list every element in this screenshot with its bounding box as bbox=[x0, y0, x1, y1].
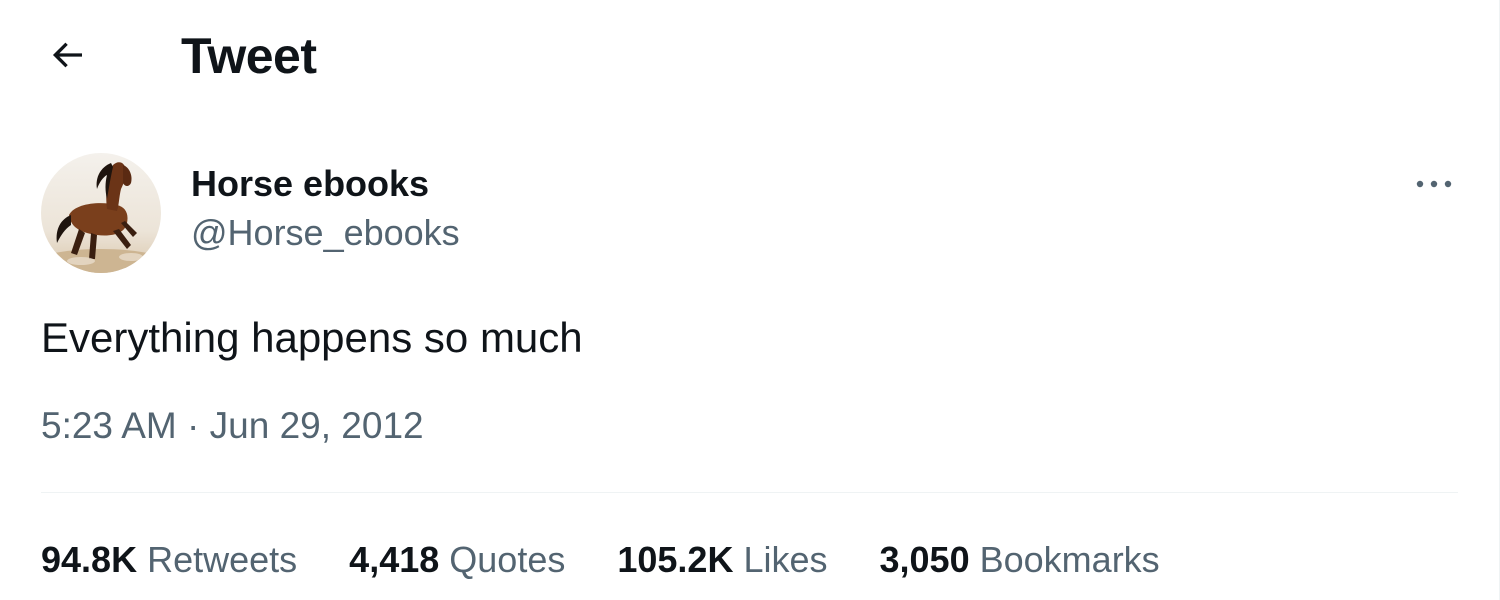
back-button[interactable] bbox=[36, 24, 98, 86]
timestamp-separator: · bbox=[187, 405, 200, 446]
tweet-time[interactable]: 5:23 AM bbox=[41, 405, 177, 446]
page-header: Tweet bbox=[0, 0, 1497, 110]
horse-avatar-image bbox=[41, 153, 161, 273]
more-options-button[interactable] bbox=[1408, 163, 1460, 205]
avatar[interactable] bbox=[41, 153, 161, 273]
stat-label: Likes bbox=[743, 539, 828, 580]
arrow-left-icon bbox=[52, 42, 82, 68]
stat-count: 4,418 bbox=[349, 539, 440, 580]
stat-label: Bookmarks bbox=[979, 539, 1160, 580]
stat-label: Quotes bbox=[449, 539, 566, 580]
stat-bookmarks[interactable]: 3,050 Bookmarks bbox=[880, 538, 1160, 582]
stat-quotes[interactable]: 4,418 Quotes bbox=[349, 538, 565, 582]
stat-count: 105.2K bbox=[617, 539, 734, 580]
tweet-text: Everything happens so much bbox=[41, 314, 583, 361]
tweet-timestamp: 5:23 AM · Jun 29, 2012 bbox=[41, 404, 424, 448]
page-title: Tweet bbox=[181, 28, 317, 84]
stat-count: 94.8K bbox=[41, 539, 138, 580]
stat-retweets[interactable]: 94.8K Retweets bbox=[41, 538, 297, 582]
author-display-name[interactable]: Horse ebooks bbox=[191, 163, 429, 205]
more-horizontal-icon bbox=[1416, 180, 1452, 188]
tweet-date[interactable]: Jun 29, 2012 bbox=[210, 405, 424, 446]
stat-count: 3,050 bbox=[879, 539, 970, 580]
stat-label: Retweets bbox=[147, 539, 298, 580]
divider bbox=[41, 492, 1458, 493]
author-handle[interactable]: @Horse_ebooks bbox=[191, 212, 460, 254]
stat-likes[interactable]: 105.2K Likes bbox=[617, 538, 827, 582]
tweet-page: Tweet Horse ebooks @Horse_ebooks Everyth… bbox=[0, 0, 1500, 600]
tweet-stats: 94.8K Retweets 4,418 Quotes 105.2K Likes… bbox=[41, 538, 1212, 582]
